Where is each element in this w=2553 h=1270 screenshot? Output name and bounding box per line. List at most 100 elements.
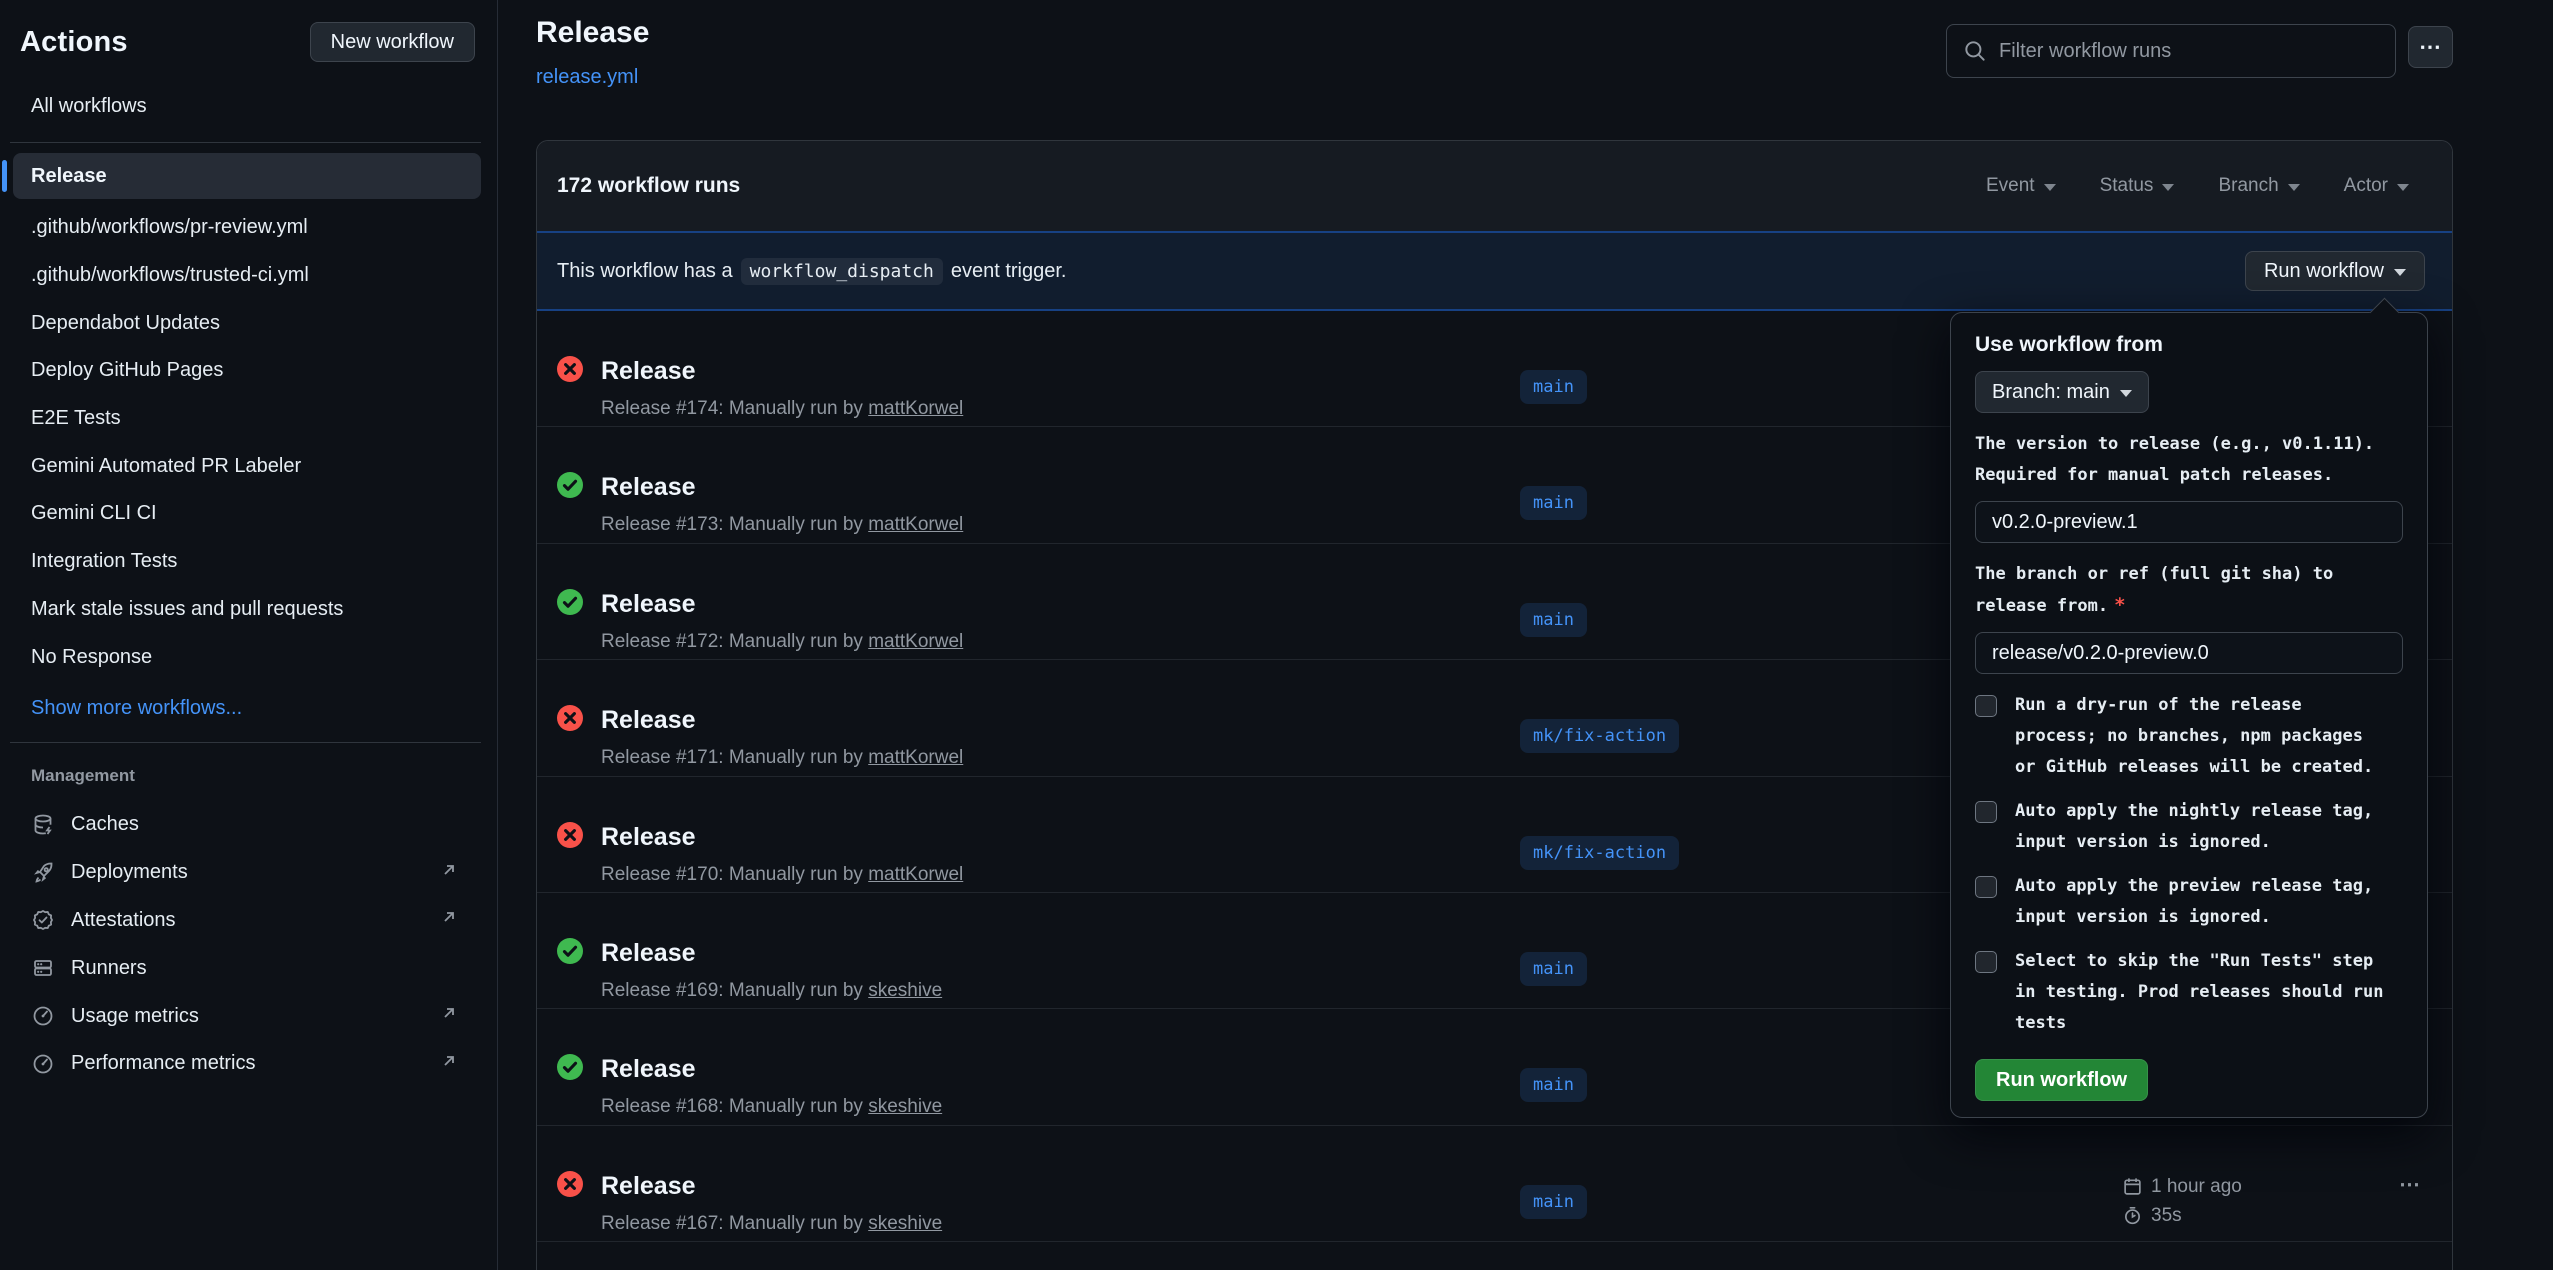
sidebar-item-release-selected[interactable]: Release xyxy=(13,153,481,199)
sidebar-item-performance-metrics[interactable]: Performance metrics xyxy=(13,1040,481,1088)
check-circle-icon xyxy=(557,472,583,498)
sidebar-item-usage-metrics[interactable]: Usage metrics xyxy=(13,992,481,1040)
chevron-down-icon xyxy=(2288,184,2300,191)
sidebar-item-attestations[interactable]: Attestations xyxy=(13,897,481,945)
run-title-link[interactable]: Release xyxy=(601,1172,696,1201)
run-status-icon xyxy=(557,356,583,382)
run-title-link[interactable]: Release xyxy=(601,939,696,968)
branch-badge[interactable]: main xyxy=(1520,370,1587,404)
management-item-label: Runners xyxy=(71,957,147,980)
management-item-label: Deployments xyxy=(71,861,188,884)
run-workflow-submit-button[interactable]: Run workflow xyxy=(1975,1059,2148,1101)
sidebar-item-all-workflows[interactable]: All workflows xyxy=(13,86,481,126)
run-title-link[interactable]: Release xyxy=(601,357,696,386)
run-title-link[interactable]: Release xyxy=(601,1055,696,1084)
runs-panel-header: 172 workflow runs Event Status Branch Ac… xyxy=(537,141,2452,231)
banner-text-before: This workflow has a xyxy=(557,260,733,283)
filter-workflow-runs-input[interactable] xyxy=(1946,24,2396,78)
management-section-label: Management xyxy=(31,766,135,786)
sidebar-item-runners[interactable]: Runners xyxy=(13,944,481,992)
server-icon xyxy=(31,956,55,980)
branch-badge[interactable]: main xyxy=(1520,603,1587,637)
run-title-link[interactable]: Release xyxy=(601,590,696,619)
sidebar-workflow-item[interactable]: Mark stale issues and pull requests xyxy=(13,586,481,634)
runs-filter-dropdown[interactable]: Status xyxy=(2100,175,2175,197)
sidebar-workflow-item[interactable]: Gemini Automated PR Labeler xyxy=(13,442,481,490)
checkbox[interactable] xyxy=(1975,695,1997,717)
management-item-label: Usage metrics xyxy=(71,1005,199,1028)
sidebar-divider xyxy=(10,142,481,143)
checkbox[interactable] xyxy=(1975,801,1997,823)
ref-input[interactable] xyxy=(1975,632,2403,674)
version-input[interactable] xyxy=(1975,501,2403,543)
sidebar-divider xyxy=(10,742,481,743)
external-link-icon xyxy=(439,1003,459,1029)
workflow-options-kebab-button[interactable]: ⋯ xyxy=(2408,26,2453,68)
sidebar-workflow-item[interactable]: Gemini CLI CI xyxy=(13,490,481,538)
run-description: Release #169: Manually run by skeshive xyxy=(601,980,942,1002)
filter-runs-field xyxy=(1946,24,2396,78)
branch-badge[interactable]: main xyxy=(1520,1185,1587,1219)
sidebar-workflow-item[interactable]: Integration Tests xyxy=(13,538,481,586)
checkbox[interactable] xyxy=(1975,876,1997,898)
run-title-link[interactable]: Release xyxy=(601,706,696,735)
ref-input-description: The branch or ref (full git sha) to rele… xyxy=(1975,559,2403,622)
meter-icon xyxy=(31,1052,55,1076)
popover-title: Use workflow from xyxy=(1975,333,2403,357)
run-title-link[interactable]: Release xyxy=(601,823,696,852)
sidebar-workflow-item[interactable]: .github/workflows/trusted-ci.yml xyxy=(13,252,481,300)
x-circle-icon xyxy=(557,705,583,731)
sidebar-item-deployments[interactable]: Deployments xyxy=(13,849,481,897)
run-duration: 35s xyxy=(2151,1205,2182,1227)
database-icon xyxy=(31,813,55,837)
branch-badge[interactable]: main xyxy=(1520,952,1587,986)
run-title-link[interactable]: Release xyxy=(601,473,696,502)
runs-filter-dropdown[interactable]: Actor xyxy=(2344,175,2409,197)
sidebar-workflow-item[interactable]: Dependabot Updates xyxy=(13,299,481,347)
x-circle-icon xyxy=(557,822,583,848)
branch-badge[interactable]: mk/fix-action xyxy=(1520,836,1679,870)
run-workflow-dropdown-button[interactable]: Run workflow xyxy=(2245,251,2425,291)
branch-badge[interactable]: main xyxy=(1520,486,1587,520)
actions-page: Actions New workflow All workflows Relea… xyxy=(0,0,2553,1270)
workflow-dispatch-banner: This workflow has a workflow_dispatch ev… xyxy=(537,231,2452,311)
branch-select-button[interactable]: Branch: main xyxy=(1975,371,2149,413)
actor-link[interactable]: skeshive xyxy=(868,980,942,1001)
runs-filters: Event Status Branch Actor xyxy=(1986,175,2409,197)
runs-count-label: 172 workflow runs xyxy=(557,174,740,198)
workflow-list: .github/workflows/pr-review.yml .github/… xyxy=(13,204,481,681)
runs-filter-dropdown[interactable]: Branch xyxy=(2218,175,2299,197)
workflow-run-row: Release Release #167: Manually run by sk… xyxy=(537,1126,2452,1242)
actor-link[interactable]: skeshive xyxy=(868,1096,942,1117)
calendar-icon xyxy=(2123,1177,2142,1196)
workflow-file-link[interactable]: release.yml xyxy=(536,66,638,89)
external-link-icon xyxy=(439,1051,459,1077)
checkbox-label: Auto apply the nightly release tag, inpu… xyxy=(2015,796,2373,858)
actor-link[interactable]: skeshive xyxy=(868,1213,942,1234)
sidebar-workflow-item[interactable]: .github/workflows/pr-review.yml xyxy=(13,204,481,252)
actor-link[interactable]: mattKorwel xyxy=(868,631,963,652)
branch-badge[interactable]: mk/fix-action xyxy=(1520,719,1679,753)
show-more-workflows-link[interactable]: Show more workflows... xyxy=(13,685,481,733)
checkbox-group: Run a dry-run of the release process; no… xyxy=(1975,690,2403,783)
run-status-icon xyxy=(557,705,583,731)
actor-link[interactable]: mattKorwel xyxy=(868,514,963,535)
sidebar-workflow-item[interactable]: No Response xyxy=(13,633,481,681)
management-item-label: Attestations xyxy=(71,909,176,932)
sidebar-item-caches[interactable]: Caches xyxy=(13,801,481,849)
actor-link[interactable]: mattKorwel xyxy=(868,398,963,419)
branch-badge[interactable]: main xyxy=(1520,1068,1587,1102)
checkbox-label: Auto apply the preview release tag, inpu… xyxy=(2015,871,2373,933)
new-workflow-button[interactable]: New workflow xyxy=(310,22,475,62)
sidebar-workflow-item[interactable]: Deploy GitHub Pages xyxy=(13,347,481,395)
actions-sidebar: Actions New workflow All workflows Relea… xyxy=(0,0,498,1270)
run-options-kebab-button[interactable]: ⋯ xyxy=(2387,1170,2433,1200)
runs-filter-dropdown[interactable]: Event xyxy=(1986,175,2056,197)
actor-link[interactable]: mattKorwel xyxy=(868,864,963,885)
actor-link[interactable]: mattKorwel xyxy=(868,747,963,768)
sidebar-workflow-item[interactable]: E2E Tests xyxy=(13,395,481,443)
run-status-icon xyxy=(557,938,583,964)
checkbox[interactable] xyxy=(1975,951,1997,973)
page-title: Release xyxy=(536,16,649,50)
version-input-description: The version to release (e.g., v0.1.11). … xyxy=(1975,429,2403,491)
